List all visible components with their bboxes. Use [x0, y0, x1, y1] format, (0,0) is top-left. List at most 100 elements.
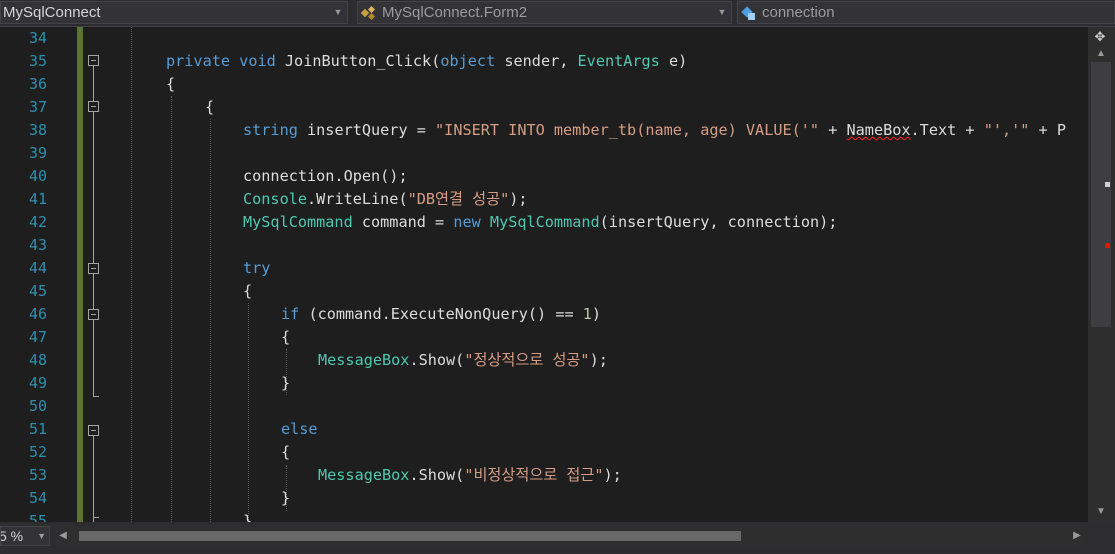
keyword: else [281, 420, 318, 438]
code-line: 40 connection.Open(); [0, 165, 1088, 188]
zoom-dropdown[interactable]: 5 % ▼ [0, 526, 50, 546]
code-text: MySqlCommand command = new MySqlCommand(… [243, 211, 837, 234]
project-dropdown-label: MySqlConnect [3, 4, 101, 21]
code-text: } [281, 489, 291, 507]
scroll-up-icon[interactable]: ▲ [1092, 46, 1110, 62]
horizontal-scrollbar-thumb[interactable] [79, 531, 741, 541]
code-text: { [243, 282, 253, 300]
string-literal: "정상적으로 성공" [464, 351, 590, 369]
code-text: MessageBox.Show("비정상적으로 접근"); [318, 464, 622, 487]
code-line: 41 Console.WriteLine("DB연결 성공"); [0, 188, 1088, 211]
class-dropdown-label: MySqlConnect.Form2 [382, 4, 528, 21]
line-number: 46 [28, 305, 47, 323]
code-line: 51 else [0, 418, 1088, 441]
code-token: .Show( [409, 466, 465, 484]
code-text: { [166, 75, 176, 93]
line-number: 41 [28, 190, 47, 208]
line-number: 36 [28, 75, 47, 93]
line-number: 49 [28, 374, 47, 392]
code-token: e) [659, 52, 688, 70]
code-token: + [819, 121, 847, 139]
field-icon [741, 6, 755, 20]
code-line: 50 [0, 395, 1088, 418]
string-literal: "INSERT INTO member_tb(name, age) VALUE(… [435, 121, 820, 139]
code-text: Console.WriteLine("DB연결 성공"); [243, 188, 528, 211]
line-number: 37 [28, 98, 47, 116]
line-number: 39 [28, 144, 47, 162]
number-literal: 1 [582, 305, 592, 323]
code-line: 43 [0, 234, 1088, 257]
method-name: JoinButton_Click( [284, 52, 441, 70]
code-token: .Show( [409, 351, 465, 369]
horizontal-scrollbar[interactable]: ◀ ▶ [55, 526, 1085, 546]
scrollbar-corner [1088, 522, 1115, 554]
project-dropdown[interactable]: MySqlConnect ▼ [0, 1, 348, 24]
chevron-down-icon: ▼ [37, 531, 46, 541]
line-number: 50 [28, 397, 47, 415]
code-text: { [281, 328, 291, 346]
code-token: + P [1029, 121, 1066, 139]
scroll-left-icon[interactable]: ◀ [55, 526, 71, 546]
scroll-down-icon[interactable]: ▼ [1092, 504, 1110, 520]
code-line: 47 { [0, 326, 1088, 349]
scroll-right-icon[interactable]: ▶ [1069, 526, 1085, 546]
code-token: insertQuery = [297, 121, 436, 139]
line-number: 54 [28, 489, 47, 507]
code-line: 34 [0, 27, 1088, 50]
line-number: 55 [28, 512, 47, 522]
code-line: 42 MySqlCommand command = new MySqlComma… [0, 211, 1088, 234]
line-number: 53 [28, 466, 47, 484]
code-token: .WriteLine( [307, 190, 408, 208]
code-line: 46 if (command.ExecuteNonQuery() == 1) [0, 303, 1088, 326]
code-line: 49 } [0, 372, 1088, 395]
type-name: MySqlCommand [489, 213, 600, 231]
keyword: void [239, 52, 276, 70]
line-number: 52 [28, 443, 47, 461]
code-text: connection.Open(); [243, 167, 408, 185]
chevron-down-icon: ▼ [717, 7, 727, 17]
class-dropdown[interactable]: MySqlConnect.Form2 ▼ [357, 1, 732, 24]
keyword: if [281, 305, 300, 323]
split-window-icon[interactable]: ✥ [1091, 30, 1109, 44]
type-name: Console [243, 190, 308, 208]
editor-bottom-bar: 5 % ▼ ◀ ▶ [0, 522, 1115, 554]
error-token: NameBox [846, 121, 911, 139]
string-literal: "비정상적으로 접근" [464, 466, 604, 484]
code-token: command = [352, 213, 454, 231]
member-dropdown[interactable]: connection [737, 1, 1115, 24]
code-text: } [281, 374, 291, 392]
string-literal: "DB연결 성공" [407, 190, 510, 208]
code-text: } [243, 512, 253, 522]
code-line: 55 } [0, 510, 1088, 522]
code-editor[interactable]: 34 35 private void JoinButton_Click(obje… [0, 27, 1088, 522]
code-token: ); [603, 466, 622, 484]
code-line: 52 { [0, 441, 1088, 464]
caret-marker [1105, 182, 1110, 187]
line-number: 40 [28, 167, 47, 185]
code-text: { [281, 443, 291, 461]
code-token: sender, [495, 52, 578, 70]
line-number: 34 [28, 29, 47, 47]
type-name: EventArgs [577, 52, 660, 70]
code-text: MessageBox.Show("정상적으로 성공"); [318, 349, 608, 372]
code-text: { [205, 98, 215, 116]
code-text: string insertQuery = "INSERT INTO member… [243, 119, 1066, 142]
code-token: ) [591, 305, 602, 323]
code-token: (insertQuery, connection); [599, 213, 838, 231]
code-line: 35 private void JoinButton_Click(object … [0, 50, 1088, 73]
chevron-down-icon: ▼ [333, 7, 343, 17]
line-number: 51 [28, 420, 47, 438]
line-number: 38 [28, 121, 47, 139]
code-line: 45 { [0, 280, 1088, 303]
line-number: 35 [28, 52, 47, 70]
type-name: MySqlCommand [243, 213, 353, 231]
line-number: 45 [28, 282, 47, 300]
code-line: 37 { [0, 96, 1088, 119]
vertical-scrollbar-thumb[interactable] [1091, 62, 1111, 327]
code-line: 39 [0, 142, 1088, 165]
string-literal: "','" [983, 121, 1030, 139]
code-line: 38 string insertQuery = "INSERT INTO mem… [0, 119, 1088, 142]
keyword: new [453, 213, 481, 231]
line-number: 48 [28, 351, 47, 369]
code-line: 44 try [0, 257, 1088, 280]
